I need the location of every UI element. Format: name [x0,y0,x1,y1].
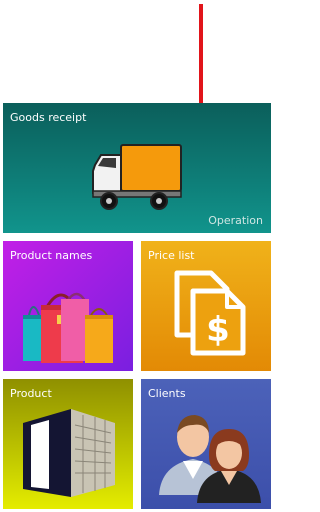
tile-clients[interactable]: Clients [141,379,271,509]
tile-product-names[interactable]: Product names [3,241,133,371]
tile-title: Goods receipt [10,111,87,124]
people-icon [159,415,261,503]
price-documents-icon: $ [174,270,246,356]
tile-goods-receipt[interactable]: Goods receipt Operation [3,103,271,233]
tile-subtitle: Operation [208,214,263,227]
building-icon [23,409,115,497]
tile-title: Product names [10,249,93,262]
tile-title: Price list [148,249,195,262]
tile-title: Clients [148,387,186,400]
shopping-bags-icon [23,292,113,363]
tile-product[interactable]: Product [3,379,133,509]
tile-price-list[interactable]: Price list $ [141,241,271,371]
svg-text:$: $ [206,310,230,350]
truck-icon [92,144,182,210]
tile-title: Product [10,387,52,400]
